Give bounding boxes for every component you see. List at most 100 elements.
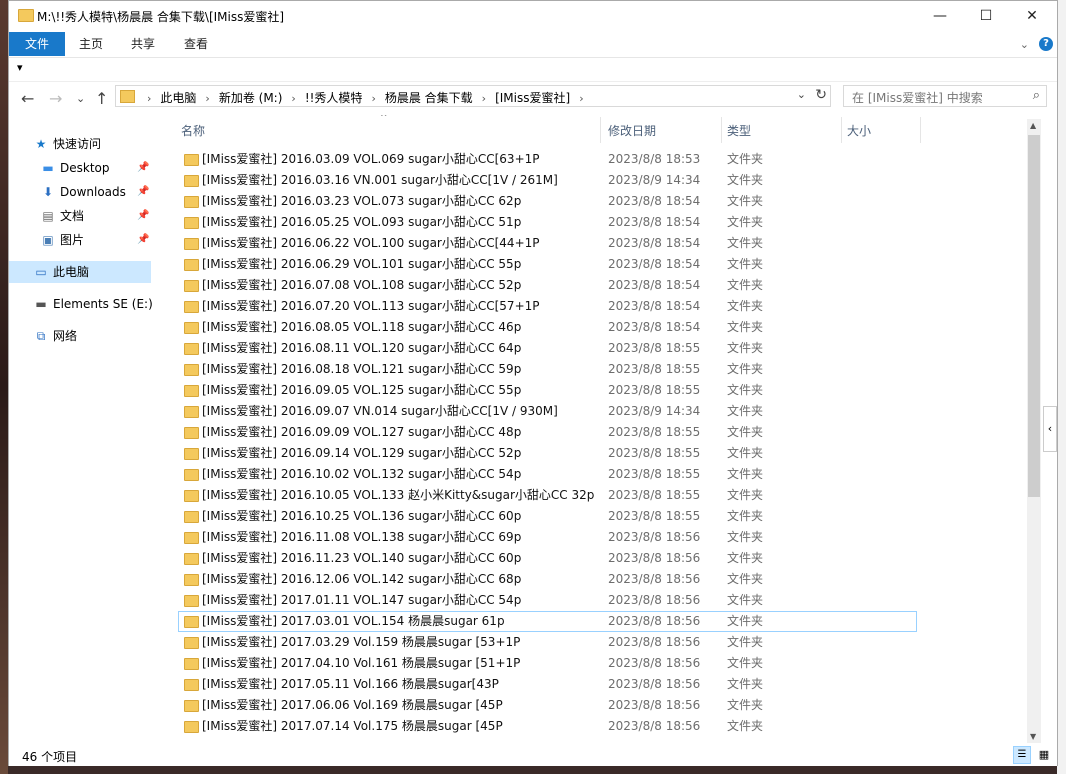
sidebar-item[interactable]: ▭ 此电脑: [9, 261, 151, 283]
navigation-pane: ★ 快速访问 ▬ Desktop 📌 ⬇ Downloads 📌 ▤ 文档 📌 ▣ 图片 📌 ▭ 此电脑 ▬ El…: [9, 115, 159, 735]
recent-locations-icon[interactable]: ⌄: [76, 92, 85, 105]
table-row[interactable]: [IMiss爱蜜社] 2016.09.07 VN.014 sugar小甜心CC[…: [164, 401, 1042, 422]
table-row[interactable]: [IMiss爱蜜社] 2016.10.05 VOL.133 赵小米Kitty&s…: [164, 485, 1042, 506]
address-bar[interactable]: › 此电脑 › 新加卷 (M:) › !!秀人模特 › 杨晨晨 合集下载 › [IMiss爱蜜社]…: [115, 85, 831, 107]
column-header-size[interactable]: 大小: [847, 122, 871, 139]
minimize-button[interactable]: —: [917, 1, 963, 32]
tab-share[interactable]: 共享: [131, 32, 155, 56]
table-row[interactable]: [IMiss爱蜜社] 2016.03.09 VOL.069 sugar小甜心CC…: [164, 149, 1042, 170]
column-header-name[interactable]: 名称: [181, 122, 205, 139]
pin-icon[interactable]: 📌: [137, 229, 149, 251]
file-type: 文件夹: [727, 404, 764, 418]
details-view-icon[interactable]: ☰: [1013, 746, 1031, 764]
table-row[interactable]: [IMiss爱蜜社] 2017.03.29 Vol.159 杨晨晨sugar […: [164, 632, 1042, 653]
table-row[interactable]: [IMiss爱蜜社] 2016.03.16 VN.001 sugar小甜心CC[…: [164, 170, 1042, 191]
table-row[interactable]: [IMiss爱蜜社] 2016.03.23 VOL.073 sugar小甜心CC…: [164, 191, 1042, 212]
column-divider[interactable]: [841, 117, 842, 143]
breadcrumb: › 此电脑 › 新加卷 (M:) › !!秀人模特 › 杨晨晨 合集下载 › [IMiss爱蜜社]…: [138, 89, 593, 106]
sidebar-item[interactable]: ▬ Elements SE (E:): [9, 293, 152, 315]
breadcrumb-item[interactable]: !!秀人模特: [305, 89, 363, 106]
search-input[interactable]: 在 [IMiss爱蜜社] 中搜索: [852, 89, 983, 106]
table-row[interactable]: [IMiss爱蜜社] 2016.05.25 VOL.093 sugar小甜心CC…: [164, 212, 1042, 233]
pin-icon[interactable]: 📌: [137, 157, 149, 179]
table-row[interactable]: [IMiss爱蜜社] 2016.07.20 VOL.113 sugar小甜心CC…: [164, 296, 1042, 317]
ribbon-expand-icon[interactable]: ⌄: [1020, 38, 1029, 51]
file-date: 2023/8/8 18:56: [608, 635, 701, 649]
breadcrumb-item[interactable]: [IMiss爱蜜社]: [495, 89, 570, 106]
table-row[interactable]: [IMiss爱蜜社] 2016.12.06 VOL.142 sugar小甜心CC…: [164, 569, 1042, 590]
pin-icon[interactable]: 📌: [137, 181, 149, 203]
collapse-pane-button[interactable]: ‹: [1043, 406, 1057, 452]
file-name: [IMiss爱蜜社] 2017.03.01 VOL.154 杨晨晨sugar 6…: [202, 614, 505, 628]
table-row[interactable]: [IMiss爱蜜社] 2016.08.05 VOL.118 sugar小甜心CC…: [164, 317, 1042, 338]
search-box[interactable]: 在 [IMiss爱蜜社] 中搜索 ⌕: [843, 85, 1047, 107]
vertical-scrollbar[interactable]: ▲ ▼: [1027, 119, 1041, 743]
table-row[interactable]: [IMiss爱蜜社] 2016.06.29 VOL.101 sugar小甜心CC…: [164, 254, 1042, 275]
column-divider[interactable]: [600, 117, 601, 143]
column-divider[interactable]: [920, 117, 921, 143]
tab-view[interactable]: 查看: [184, 32, 208, 56]
pin-icon[interactable]: 📌: [137, 205, 149, 227]
tab-file[interactable]: 文件: [9, 32, 65, 56]
file-rows: [IMiss爱蜜社] 2016.03.09 VOL.069 sugar小甜心CC…: [164, 149, 1042, 737]
large-icons-view-icon[interactable]: ▦: [1035, 746, 1053, 764]
table-row[interactable]: [IMiss爱蜜社] 2016.11.08 VOL.138 sugar小甜心CC…: [164, 527, 1042, 548]
maximize-button[interactable]: ☐: [963, 1, 1009, 32]
sidebar-item[interactable]: ▣ 图片 📌: [9, 229, 151, 251]
scroll-down-icon[interactable]: ▼: [1030, 732, 1036, 741]
forward-button[interactable]: →: [49, 89, 62, 108]
table-row[interactable]: [IMiss爱蜜社] 2016.11.23 VOL.140 sugar小甜心CC…: [164, 548, 1042, 569]
sidebar-item[interactable]: ⧉ 网络: [9, 325, 151, 347]
tab-home[interactable]: 主页: [79, 32, 103, 56]
address-dropdown-icon[interactable]: ⌄: [797, 88, 806, 101]
sidebar-item[interactable]: ★ 快速访问: [9, 133, 151, 155]
back-button[interactable]: ←: [21, 89, 34, 108]
breadcrumb-item[interactable]: 杨晨晨 合集下载: [385, 89, 473, 106]
table-row[interactable]: [IMiss爱蜜社] 2017.07.14 Vol.175 杨晨晨sugar […: [164, 716, 1042, 737]
file-date: 2023/8/8 18:56: [608, 677, 701, 691]
customize-toolbar-icon[interactable]: ▾: [17, 61, 23, 74]
table-row[interactable]: [IMiss爱蜜社] 2016.10.02 VOL.132 sugar小甜心CC…: [164, 464, 1042, 485]
table-row[interactable]: [IMiss爱蜜社] 2017.04.10 Vol.161 杨晨晨sugar […: [164, 653, 1042, 674]
breadcrumb-separator[interactable]: ›: [482, 92, 486, 105]
table-row[interactable]: [IMiss爱蜜社] 2016.07.08 VOL.108 sugar小甜心CC…: [164, 275, 1042, 296]
help-icon[interactable]: ?: [1039, 37, 1053, 51]
breadcrumb-separator[interactable]: ›: [579, 92, 583, 105]
refresh-icon[interactable]: ↻: [815, 87, 827, 103]
table-row[interactable]: [IMiss爱蜜社] 2016.06.22 VOL.100 sugar小甜心CC…: [164, 233, 1042, 254]
folder-icon: [184, 385, 199, 397]
close-button[interactable]: ✕: [1009, 1, 1055, 32]
file-name: [IMiss爱蜜社] 2016.03.16 VN.001 sugar小甜心CC[…: [202, 173, 558, 187]
table-row[interactable]: [IMiss爱蜜社] 2016.09.09 VOL.127 sugar小甜心CC…: [164, 422, 1042, 443]
sidebar-item[interactable]: ⬇ Downloads 📌: [9, 181, 151, 203]
file-name: [IMiss爱蜜社] 2016.10.05 VOL.133 赵小米Kitty&s…: [202, 488, 595, 502]
title-bar[interactable]: M:\!!秀人模特\杨晨晨 合集下载\[IMiss爱蜜社] — ☐ ✕: [9, 1, 1057, 32]
network-icon: ⧉: [36, 329, 46, 343]
breadcrumb-separator[interactable]: ›: [205, 92, 209, 105]
breadcrumb-separator[interactable]: ›: [291, 92, 295, 105]
breadcrumb-item[interactable]: 此电脑: [160, 89, 196, 106]
table-row[interactable]: [IMiss爱蜜社] 2017.06.06 Vol.169 杨晨晨sugar […: [164, 695, 1042, 716]
column-divider[interactable]: [721, 117, 722, 143]
column-header-date[interactable]: 修改日期: [608, 122, 656, 139]
sidebar-item[interactable]: ▬ Desktop 📌: [9, 157, 151, 179]
table-row[interactable]: [IMiss爱蜜社] 2016.10.25 VOL.136 sugar小甜心CC…: [164, 506, 1042, 527]
column-header-type[interactable]: 类型: [727, 122, 751, 139]
breadcrumb-separator[interactable]: ›: [371, 92, 375, 105]
table-row[interactable]: [IMiss爱蜜社] 2016.09.05 VOL.125 sugar小甜心CC…: [164, 380, 1042, 401]
table-row[interactable]: [IMiss爱蜜社] 2017.01.11 VOL.147 sugar小甜心CC…: [164, 590, 1042, 611]
scrollbar-thumb[interactable]: [1028, 135, 1040, 497]
window-title: M:\!!秀人模特\杨晨晨 合集下载\[IMiss爱蜜社]: [37, 10, 285, 24]
scroll-up-icon[interactable]: ▲: [1030, 121, 1036, 130]
up-button[interactable]: ↑: [95, 89, 108, 108]
sidebar-item[interactable]: ▤ 文档 📌: [9, 205, 151, 227]
breadcrumb-item[interactable]: 新加卷 (M:): [219, 89, 283, 106]
table-row[interactable]: [IMiss爱蜜社] 2017.03.01 VOL.154 杨晨晨sugar 6…: [178, 611, 917, 632]
search-icon[interactable]: ⌕: [1033, 88, 1040, 103]
table-row[interactable]: [IMiss爱蜜社] 2016.09.14 VOL.129 sugar小甜心CC…: [164, 443, 1042, 464]
table-row[interactable]: [IMiss爱蜜社] 2017.05.11 Vol.166 杨晨晨sugar[4…: [164, 674, 1042, 695]
table-row[interactable]: [IMiss爱蜜社] 2016.08.11 VOL.120 sugar小甜心CC…: [164, 338, 1042, 359]
file-date: 2023/8/8 18:56: [608, 698, 701, 712]
breadcrumb-separator[interactable]: ›: [147, 92, 151, 105]
table-row[interactable]: [IMiss爱蜜社] 2016.08.18 VOL.121 sugar小甜心CC…: [164, 359, 1042, 380]
